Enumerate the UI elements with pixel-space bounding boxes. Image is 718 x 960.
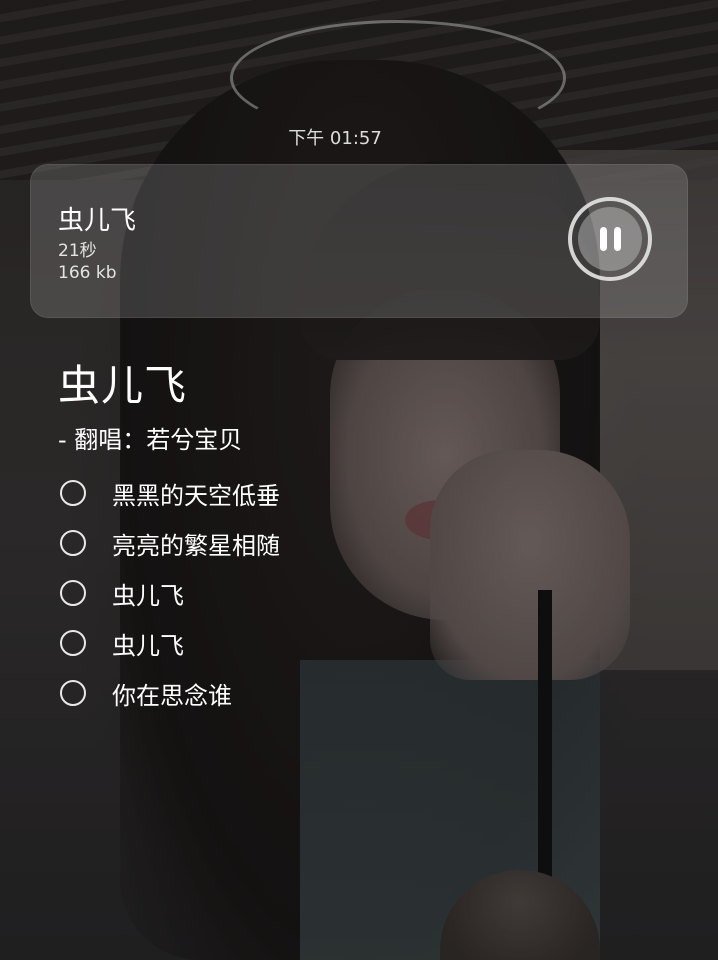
music-player-card[interactable]: 虫儿飞 21秒 166 kb	[30, 164, 688, 318]
pause-button[interactable]	[568, 197, 652, 281]
lyric-item: 亮亮的繁星相随	[60, 518, 280, 568]
radio-circle-icon[interactable]	[60, 580, 86, 606]
track-size: 166 kb	[58, 263, 117, 283]
lyric-item: 虫儿飞	[60, 618, 280, 668]
lyric-text: 虫儿飞	[112, 581, 184, 610]
lyric-item: 黑黑的天空低垂	[60, 468, 280, 518]
pause-bar-left	[599, 227, 607, 251]
lockscreen: 下午 01:57 虫儿飞 21秒 166 kb 虫儿飞 - 翻唱：若兮宝贝 黑黑…	[0, 0, 718, 960]
lyric-item: 虫儿飞	[60, 568, 280, 618]
pause-bar-right	[613, 227, 621, 251]
cover-credit: - 翻唱：若兮宝贝	[58, 426, 243, 454]
lyric-text: 虫儿飞	[112, 631, 184, 660]
radio-circle-icon[interactable]	[60, 480, 86, 506]
radio-circle-icon[interactable]	[60, 680, 86, 706]
radio-circle-icon[interactable]	[60, 630, 86, 656]
lyric-text: 黑黑的天空低垂	[112, 481, 280, 510]
lyric-text: 你在思念谁	[112, 681, 232, 710]
lyric-text: 亮亮的繁星相随	[112, 531, 280, 560]
song-heading: 虫儿飞	[58, 361, 188, 410]
track-title: 虫儿飞	[58, 206, 137, 236]
pause-icon	[578, 207, 642, 271]
lyric-item: 你在思念谁	[60, 668, 280, 718]
track-duration: 21秒	[58, 241, 97, 261]
status-time: 下午 01:57	[288, 128, 382, 149]
radio-circle-icon[interactable]	[60, 530, 86, 556]
lyric-list: 黑黑的天空低垂 亮亮的繁星相随 虫儿飞 虫儿飞 你在思念谁	[60, 468, 280, 718]
